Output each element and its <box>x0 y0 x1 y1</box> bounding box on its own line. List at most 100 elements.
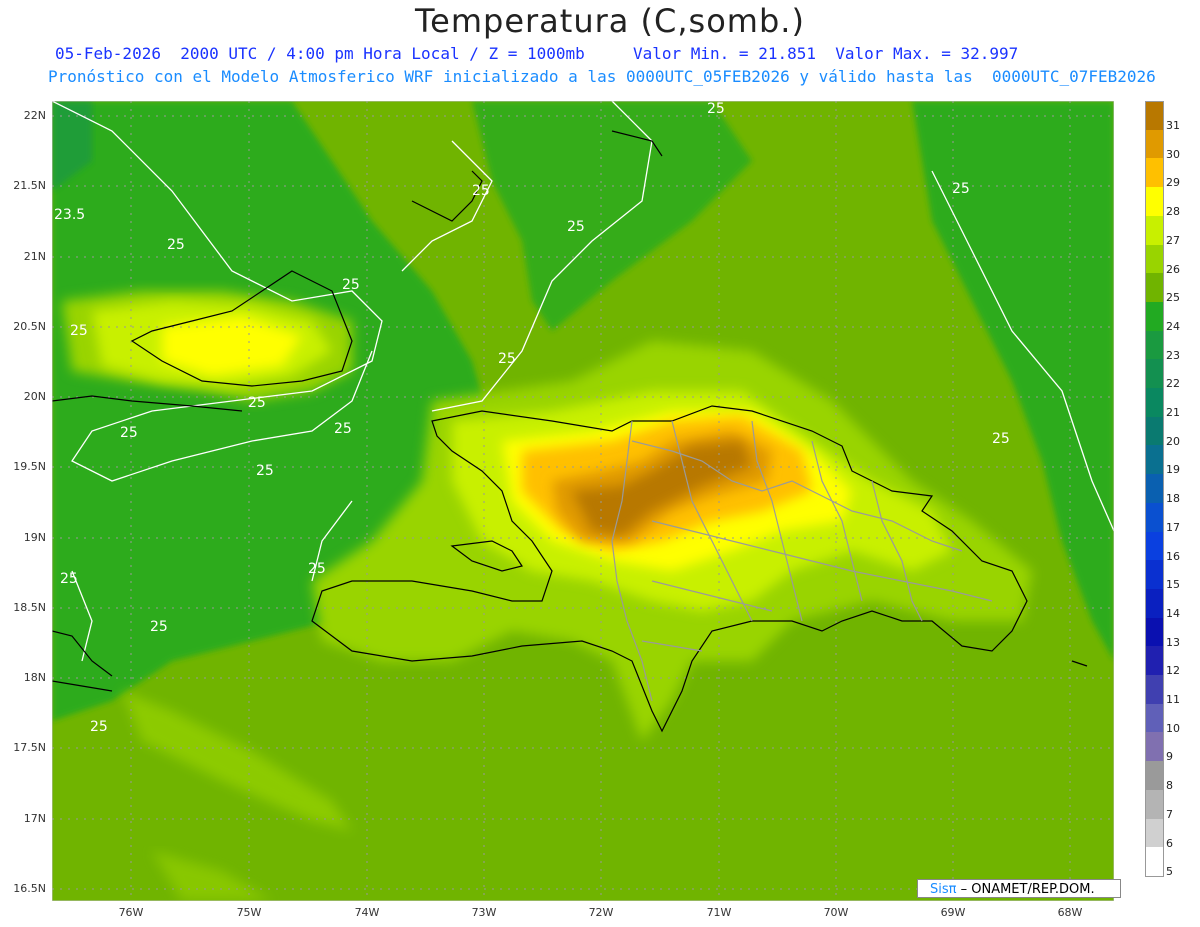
colorbar-label: 5 <box>1166 865 1173 879</box>
chart-title: Temperatura (C,somb.) <box>415 2 805 40</box>
colorbar-swatch <box>1145 244 1164 274</box>
lat-label: 18N <box>23 671 46 684</box>
lat-label: 17N <box>23 812 46 825</box>
contour-label: 25 <box>248 395 266 411</box>
colorbar-swatch <box>1145 588 1164 619</box>
colorbar-label: 15 <box>1166 578 1180 592</box>
colorbar-swatch <box>1145 818 1164 848</box>
colorbar-label: 7 <box>1166 807 1173 821</box>
contour-label: 25 <box>952 181 970 197</box>
colorbar-label: 9 <box>1166 750 1173 764</box>
colorbar-label: 31 <box>1166 119 1180 132</box>
colorbar-label: 28 <box>1166 205 1180 219</box>
lat-label: 21N <box>23 250 46 263</box>
colorbar-swatch <box>1145 502 1164 532</box>
colorbar-swatch <box>1145 761 1164 791</box>
colorbar-swatch <box>1145 531 1164 561</box>
colorbar-swatch <box>1145 789 1164 819</box>
contour-label: 25 <box>472 183 490 199</box>
lon-label: 74W <box>354 906 380 919</box>
colorbar-swatch <box>1145 445 1164 475</box>
contour-label: 25 <box>567 219 585 235</box>
colorbar-swatch <box>1145 732 1164 762</box>
colorbar-swatch <box>1145 703 1164 733</box>
colorbar-swatch <box>1145 301 1164 332</box>
lat-label: 19.5N <box>13 460 46 473</box>
contour-label: 25 <box>90 719 108 735</box>
colorbar-label: 24 <box>1166 319 1180 333</box>
lat-label: 18.5N <box>13 601 46 614</box>
colorbar-swatch <box>1145 101 1164 132</box>
colorbar-label: 19 <box>1166 463 1180 477</box>
temperature-map: 25 25 25 25 25 25 25 25 25 25 25 25 25 2… <box>52 101 1114 901</box>
colorbar-label: 8 <box>1166 779 1173 793</box>
colorbar-label: 10 <box>1166 721 1180 735</box>
colorbar-label: 23 <box>1166 348 1180 362</box>
contour-label: 25 <box>308 561 326 577</box>
colorbar-swatch <box>1145 617 1164 647</box>
contour-label: 25 <box>120 425 138 441</box>
colorbar-swatch <box>1145 388 1164 418</box>
lon-label: 75W <box>236 906 262 919</box>
subtitle-valid-time: 05-Feb-2026 2000 UTC / 4:00 pm Hora Loca… <box>55 44 1019 63</box>
contour-label: 25 <box>70 323 88 339</box>
colorbar-label: 12 <box>1166 664 1180 678</box>
colorbar-label: 22 <box>1166 377 1180 391</box>
colorbar-swatch <box>1145 158 1164 188</box>
colorbar-label: 18 <box>1166 492 1180 506</box>
credit-box: Sisπ – ONAMET/REP.DOM. <box>917 879 1121 898</box>
colorbar-swatch <box>1145 416 1164 446</box>
subtitle-model-info: Pronóstico con el Modelo Atmosferico WRF… <box>48 67 1156 86</box>
lon-label: 68W <box>1057 906 1083 919</box>
colorbar-swatch <box>1145 129 1164 159</box>
colorbar-label: 14 <box>1166 606 1180 620</box>
contour-label: 25 <box>256 463 274 479</box>
colorbar-swatch <box>1145 215 1164 245</box>
contour-label: 25 <box>167 237 185 253</box>
colorbar-label: 29 <box>1166 176 1180 190</box>
contour-label: 25 <box>498 351 516 367</box>
lon-label: 71W <box>706 906 732 919</box>
lat-label: 22N <box>23 109 46 122</box>
colorbar-label: 11 <box>1166 693 1180 706</box>
colorbar-swatch <box>1145 646 1164 676</box>
colorbar-label: 26 <box>1166 262 1180 276</box>
lat-label: 19N <box>23 531 46 544</box>
contour-label: 25 <box>150 619 168 635</box>
lat-label: 17.5N <box>13 741 46 754</box>
lon-label: 70W <box>823 906 849 919</box>
contour-label: 25 <box>707 101 725 117</box>
lon-label: 73W <box>471 906 497 919</box>
colorbar-label: 21 <box>1166 406 1180 419</box>
colorbar-label: 6 <box>1166 836 1173 850</box>
colorbar-swatch <box>1145 359 1164 389</box>
colorbar-label: 20 <box>1166 434 1180 448</box>
lon-label: 76W <box>118 906 144 919</box>
credit-brand: Sisπ <box>930 882 957 897</box>
colorbar-swatch <box>1145 560 1164 590</box>
contour-label: 25 <box>60 571 78 587</box>
colorbar-label: 27 <box>1166 233 1180 247</box>
colorbar-label: 25 <box>1166 291 1180 305</box>
colorbar-swatch <box>1145 474 1164 504</box>
lat-label: 20.5N <box>13 320 46 333</box>
contour-label: 23.5 <box>54 207 85 223</box>
colorbar-swatch <box>1145 273 1164 303</box>
contour-label: 25 <box>992 431 1010 447</box>
contour-label: 25 <box>342 277 360 293</box>
lat-label: 16.5N <box>13 882 46 895</box>
colorbar-swatch <box>1145 675 1164 705</box>
colorbar-label: 16 <box>1166 549 1180 563</box>
lon-label: 69W <box>940 906 966 919</box>
lat-label: 21.5N <box>13 179 46 192</box>
colorbar-swatch <box>1145 187 1164 217</box>
colorbar-label: 17 <box>1166 520 1180 534</box>
contour-label: 25 <box>334 421 352 437</box>
lat-label: 20N <box>23 390 46 403</box>
colorbar-label: 13 <box>1166 635 1180 649</box>
colorbar-swatch <box>1145 330 1164 360</box>
colorbar-label: 30 <box>1166 147 1180 161</box>
colorbar-swatch <box>1145 847 1164 878</box>
credit-text: – ONAMET/REP.DOM. <box>960 882 1095 897</box>
lon-label: 72W <box>588 906 614 919</box>
